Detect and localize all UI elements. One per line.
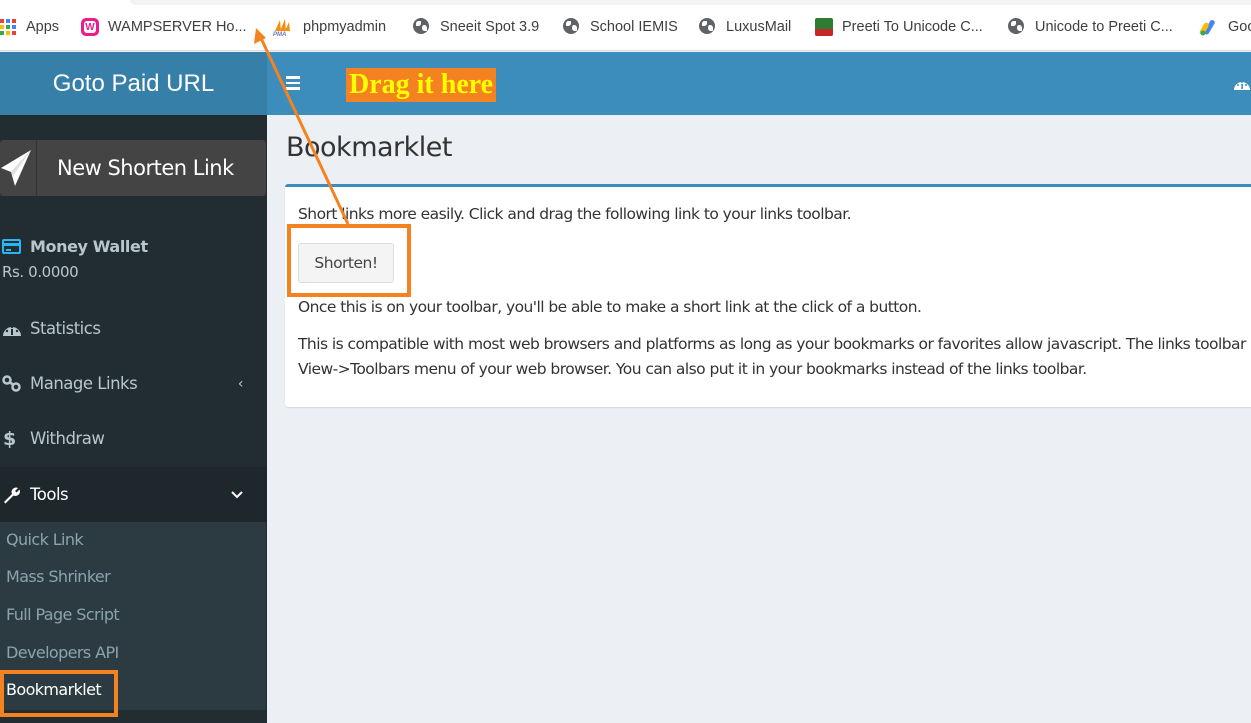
sidebar: New Shorten Link Money Wallet Rs. 0.0000… xyxy=(0,115,267,723)
bookmark-school-iemis[interactable]: School IEMIS xyxy=(563,16,678,38)
bookmark-label: Preeti To Unicode C... xyxy=(842,19,983,35)
bookmark-unicode-to-preeti[interactable]: Unicode to Preeti C... xyxy=(1008,16,1173,38)
phpmyadmin-icon: PMA xyxy=(272,17,294,38)
bookmark-label: School IEMIS xyxy=(590,19,678,35)
globe-icon xyxy=(699,18,717,36)
submenu-item-full-page-script[interactable]: Full Page Script xyxy=(6,600,120,630)
sidebar-item-withdraw[interactable]: $ Withdraw xyxy=(0,411,267,466)
bookmarklet-box: Short links more easily. Click and drag … xyxy=(285,184,1251,407)
page-title: Bookmarklet xyxy=(286,132,452,163)
preeti-icon xyxy=(815,18,833,36)
chevron-left-icon: ‹ xyxy=(237,375,244,392)
wrench-icon xyxy=(0,486,30,504)
compatibility-text-line-2: View->Toolbars menu of your web browser.… xyxy=(298,360,1087,378)
bookmark-label: Sneeit Spot 3.9 xyxy=(440,19,540,35)
wampserver-icon: W xyxy=(81,18,99,36)
wallet-balance: Rs. 0.0000 xyxy=(2,263,79,281)
dollar-icon: $ xyxy=(3,427,16,450)
toolbar-info-text: Once this is on your toolbar, you'll be … xyxy=(298,298,922,316)
bookmark-preeti-to-unicode[interactable]: Preeti To Unicode C... xyxy=(815,16,983,38)
globe-icon xyxy=(1008,18,1026,36)
sidebar-toggle-icon[interactable] xyxy=(286,76,300,90)
wallet-label: Money Wallet xyxy=(30,237,148,256)
dashboard-icon[interactable] xyxy=(1233,77,1251,91)
sidebar-item-label: Tools xyxy=(30,485,69,504)
submenu-item-developers-api[interactable]: Developers API xyxy=(6,638,119,668)
bookmark-label: Apps xyxy=(26,19,60,35)
submenu-item-bookmarklet[interactable]: Bookmarklet xyxy=(6,675,102,705)
shorten-bookmarklet-button[interactable]: Shorten! xyxy=(298,243,394,283)
bookmark-wampserver[interactable]: W WAMPSERVER Ho... xyxy=(81,16,247,38)
sidebar-item-tools[interactable]: Tools xyxy=(0,467,267,522)
sidebar-item-manage-links[interactable]: Manage Links ‹ xyxy=(0,356,267,411)
link-icon xyxy=(0,374,30,393)
logo-text: Goto Paid URL xyxy=(52,69,215,97)
bookmark-luxusmail[interactable]: LuxusMail xyxy=(699,16,791,38)
site-logo[interactable]: Goto Paid URL xyxy=(0,52,267,115)
address-bar-bottom xyxy=(130,0,1251,5)
money-wallet: Money Wallet Rs. 0.0000 xyxy=(2,237,148,281)
sidebar-item-label: Manage Links xyxy=(30,374,138,393)
globe-icon xyxy=(563,18,581,36)
sidebar-item-label: Statistics xyxy=(30,319,101,338)
bookmarks-bar: Apps W WAMPSERVER Ho... PMA phpmyadmin S… xyxy=(0,0,1251,51)
top-navbar: Drag it here xyxy=(267,52,1251,115)
bookmark-label: LuxusMail xyxy=(726,19,792,35)
compatibility-text-line-1: This is compatible with most web browser… xyxy=(298,335,1246,353)
svg-text:PMA: PMA xyxy=(273,32,286,37)
address-bar-edge xyxy=(0,0,1251,5)
google-ads-icon xyxy=(1199,18,1219,36)
bookmark-phpmyadmin[interactable]: PMA phpmyadmin xyxy=(272,16,386,38)
submenu-item-mass-shrinker[interactable]: Mass Shrinker xyxy=(6,562,111,592)
globe-icon xyxy=(413,18,431,36)
drag-here-annotation: Drag it here xyxy=(346,68,497,102)
new-shorten-link-button[interactable]: New Shorten Link xyxy=(0,140,266,196)
bookmark-label: WAMPSERVER Ho... xyxy=(108,19,247,35)
submenu-item-quick-link[interactable]: Quick Link xyxy=(6,525,84,555)
bookmark-label: Unicode to Preeti C... xyxy=(1035,19,1173,35)
credit-card-icon xyxy=(2,239,21,254)
new-shorten-link-label: New Shorten Link xyxy=(57,156,234,180)
bookmark-apps[interactable]: Apps xyxy=(0,16,59,38)
bookmark-google-ads[interactable]: Goo xyxy=(1199,16,1251,38)
bookmark-label: phpmyadmin xyxy=(303,19,387,35)
chevron-down-icon xyxy=(231,487,243,503)
sidebar-item-statistics[interactable]: Statistics xyxy=(0,301,267,356)
apps-grid-icon xyxy=(0,19,16,35)
bookmark-label: Goo xyxy=(1228,19,1251,35)
bookmark-sneeit-spot[interactable]: Sneeit Spot 3.9 xyxy=(413,16,539,38)
paper-plane-icon xyxy=(0,140,37,196)
intro-text: Short links more easily. Click and drag … xyxy=(298,205,852,223)
sidebar-item-label: Withdraw xyxy=(30,429,105,448)
dashboard-icon xyxy=(0,321,30,337)
tools-submenu: Quick Link Mass Shrinker Full Page Scrip… xyxy=(0,522,266,710)
